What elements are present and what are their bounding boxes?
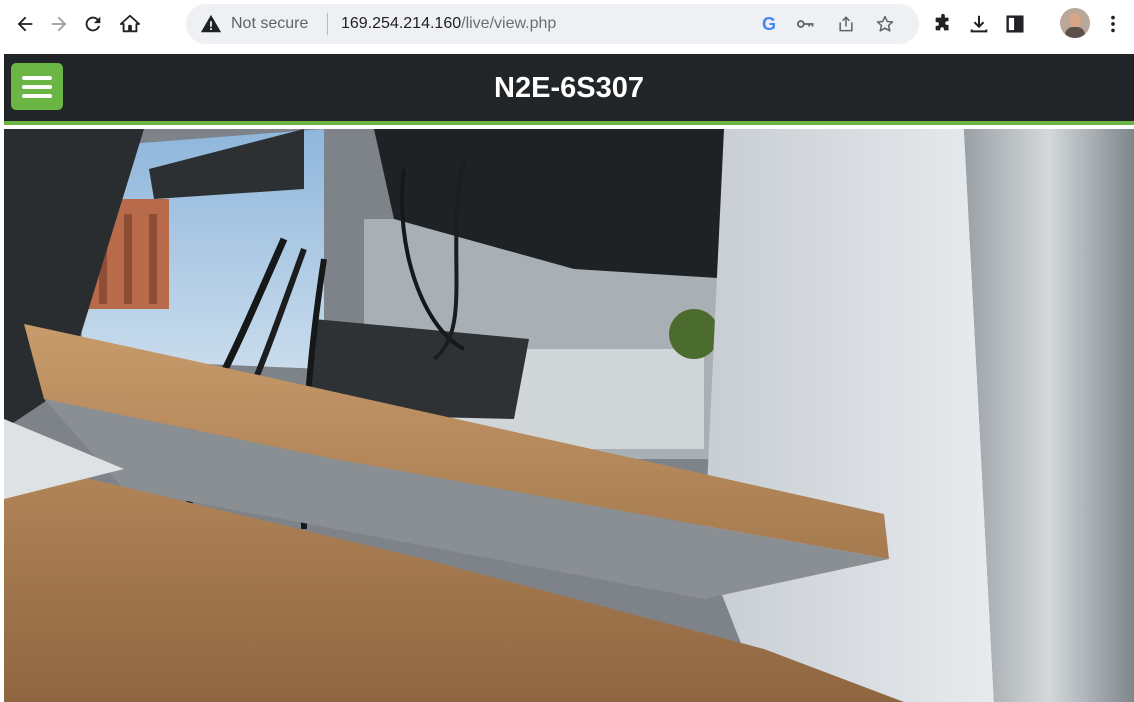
puzzle-icon[interactable] [928,9,958,39]
google-icon[interactable]: G [758,13,780,35]
google-letter: G [761,13,776,34]
forward-arrow-icon[interactable] [44,9,74,39]
side-panel-icon[interactable] [1000,9,1030,39]
share-icon[interactable] [835,13,857,35]
url-path: /live/view.php [461,15,557,32]
browser-toolbar: Not secure 169.254.214.160/live/view.php… [0,0,1134,48]
avatar[interactable] [1060,8,1090,38]
avatar-head [1069,13,1081,28]
reload-icon[interactable] [78,9,108,39]
url-text[interactable]: 169.254.214.160/live/view.php [341,15,556,33]
back-arrow-icon[interactable] [10,9,40,39]
url-host: 169.254.214.160 [341,15,462,32]
star-icon[interactable] [874,13,896,35]
camera-live-image [4,129,1134,702]
address-bar[interactable]: Not secure 169.254.214.160/live/view.php… [186,4,919,44]
kebab-menu-icon[interactable] [1098,9,1128,39]
camera-scene [4,129,1134,702]
avatar-body [1065,27,1085,38]
download-icon[interactable] [964,9,994,39]
security-label[interactable]: Not secure [231,15,308,33]
address-divider [327,13,328,35]
home-icon[interactable] [115,9,145,39]
warning-icon[interactable] [200,13,222,35]
app-header: N2E-6S307 [4,54,1134,125]
key-icon[interactable] [794,13,816,35]
page-title: N2E-6S307 [494,72,644,104]
